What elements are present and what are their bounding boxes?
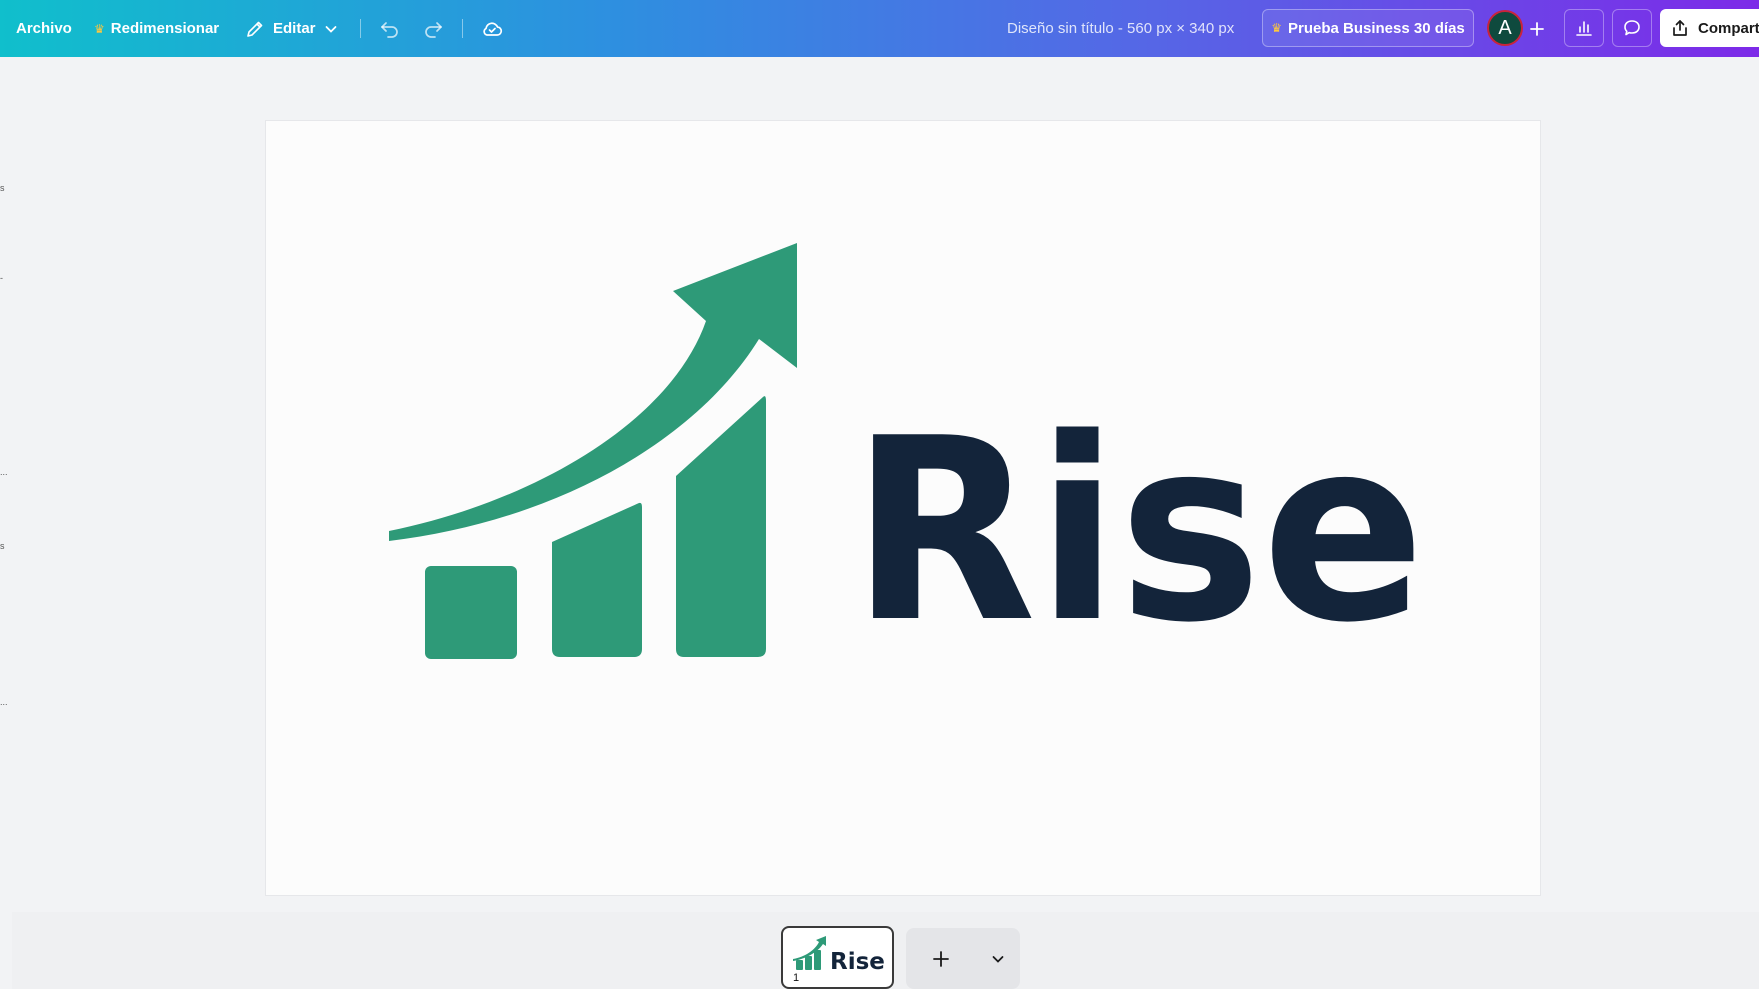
left-hint: ...	[0, 697, 8, 707]
edit-label: Editar	[273, 20, 316, 37]
thumbnail-logo: Rise	[793, 936, 885, 975]
insights-button[interactable]	[1564, 9, 1604, 47]
plus-icon	[1528, 20, 1546, 38]
trial-label: Prueba Business 30 días	[1288, 19, 1465, 37]
comments-button[interactable]	[1612, 9, 1652, 47]
resize-label: Redimensionar	[110, 20, 220, 37]
crown-icon: ♛	[94, 21, 105, 36]
logo-bar-medium	[552, 502, 642, 657]
thumbnail-text: Rise	[830, 949, 885, 975]
redo-button[interactable]	[418, 14, 448, 44]
page-number: 1	[793, 972, 800, 984]
invite-button[interactable]	[1522, 14, 1552, 44]
logo-bar-large	[676, 396, 766, 657]
avatar[interactable]: A	[1487, 10, 1523, 46]
page-thumbnail[interactable]: Rise 1	[781, 926, 894, 989]
edit-menu[interactable]: Editar	[245, 0, 338, 57]
more-pages-button[interactable]	[976, 928, 1020, 989]
left-hint: s	[0, 183, 5, 193]
redo-icon	[422, 18, 444, 40]
file-menu[interactable]: Archivo	[16, 0, 72, 57]
plus-icon	[931, 949, 951, 969]
undo-icon	[379, 18, 401, 40]
rise-logo[interactable]: Rise	[266, 121, 1540, 895]
logo-text: Rise	[851, 385, 1425, 678]
avatar-initial: A	[1498, 16, 1512, 39]
document-title[interactable]: Diseño sin título - 560 px × 340 px	[1007, 0, 1234, 57]
toolbar-divider	[360, 19, 361, 38]
cloud-check-icon	[480, 17, 504, 41]
add-page-group	[906, 928, 1020, 989]
add-page-button[interactable]	[906, 928, 976, 989]
left-hint: s	[0, 541, 5, 551]
save-status-button[interactable]	[477, 14, 507, 44]
comment-icon	[1622, 18, 1642, 38]
business-trial-button[interactable]: ♛ Prueba Business 30 días	[1262, 9, 1474, 47]
undo-button[interactable]	[375, 14, 405, 44]
design-canvas[interactable]: Rise	[266, 121, 1540, 895]
crown-icon: ♛	[1271, 21, 1282, 35]
top-toolbar: Archivo ♛ Redimensionar Editar Diseño si…	[0, 0, 1759, 57]
file-menu-label: Archivo	[16, 20, 72, 37]
left-hint: ...	[0, 467, 8, 477]
chevron-down-icon	[324, 22, 338, 36]
left-hint: -	[0, 273, 3, 283]
share-button[interactable]: Compartir	[1660, 9, 1759, 47]
pencil-icon	[245, 19, 265, 39]
logo-bar-small	[425, 566, 517, 659]
chevron-down-icon	[991, 952, 1005, 966]
toolbar-divider	[462, 19, 463, 38]
resize-button[interactable]: ♛ Redimensionar	[94, 0, 219, 57]
bar-chart-icon	[1574, 18, 1594, 38]
share-label: Compartir	[1698, 19, 1759, 37]
left-panel-edge: s - ... s ...	[0, 57, 12, 907]
share-icon	[1670, 18, 1690, 38]
